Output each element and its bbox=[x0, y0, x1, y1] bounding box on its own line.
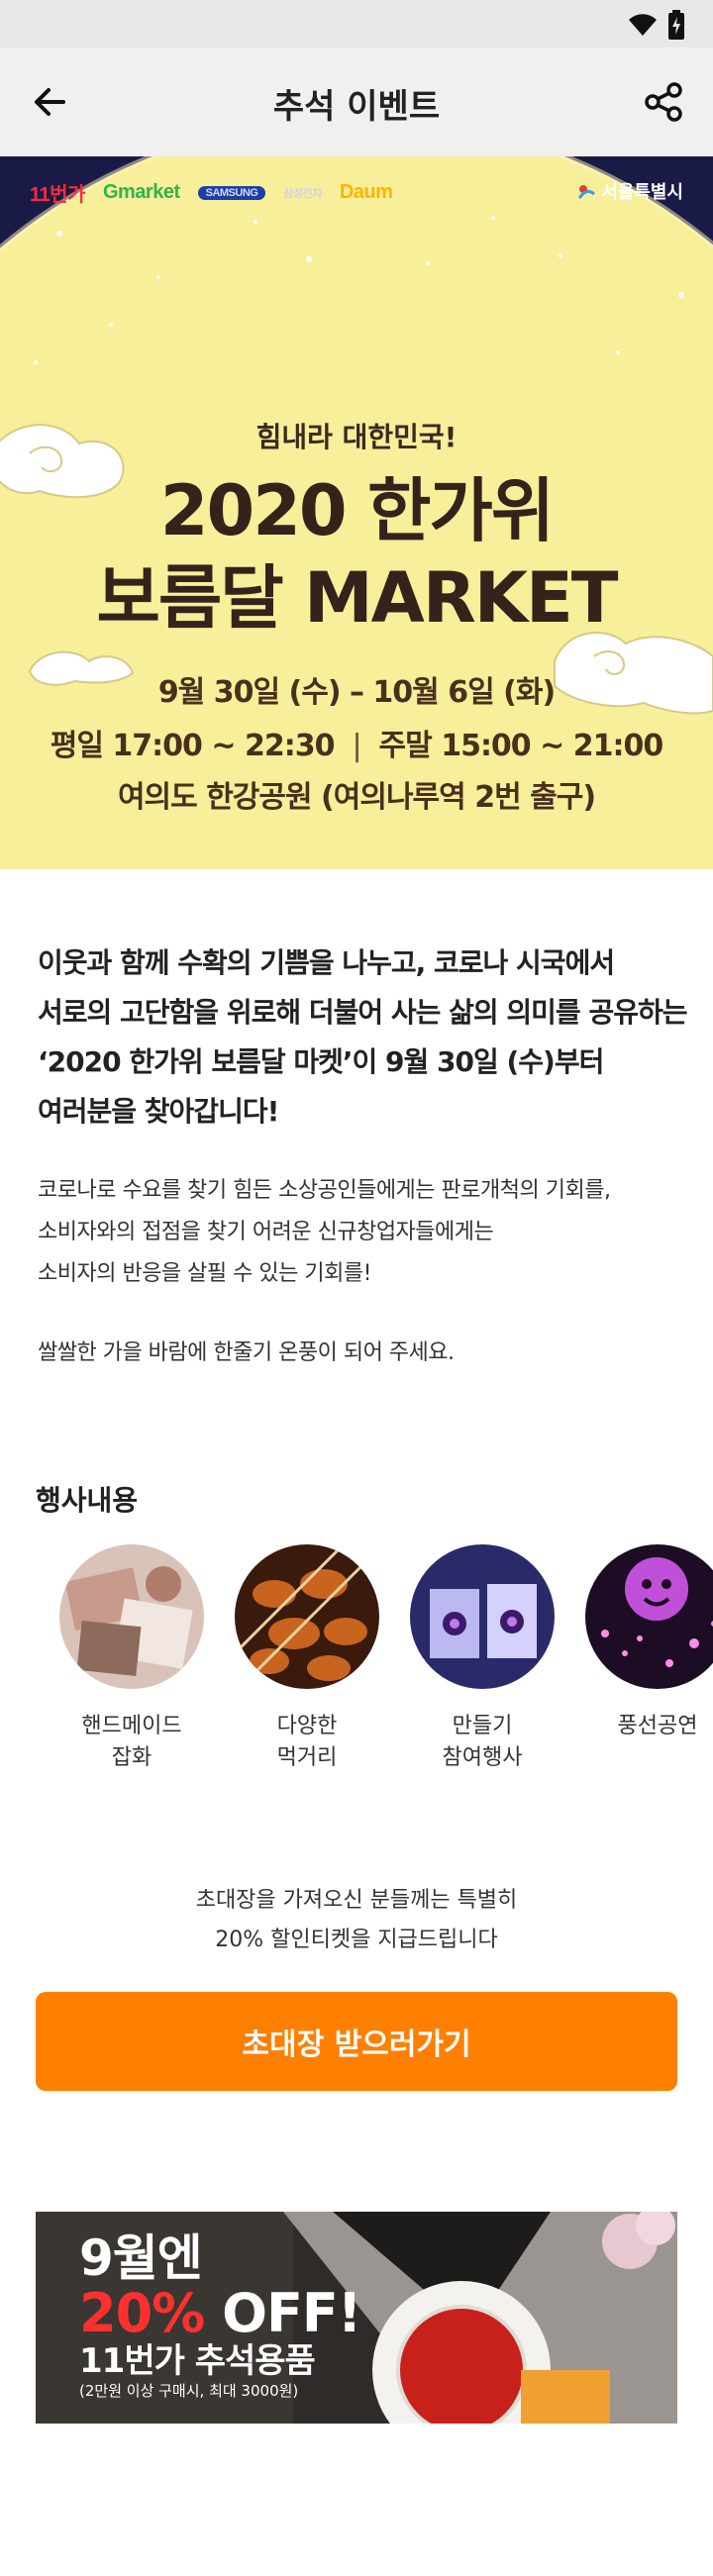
event-item-crafts[interactable]: 만들기 참여행사 bbox=[410, 1544, 555, 1774]
hero-hours: 평일 17:00 ~ 22:30 | 주말 15:00 ~ 21:00 bbox=[0, 721, 713, 764]
hours-divider: | bbox=[352, 729, 361, 763]
intro-line: 여러분을 찾아갑니다! bbox=[38, 1095, 279, 1128]
intro-text: 이웃과 함께 수확의 기쁨을 나누고, 코로나 시국에서 서로의 고단함을 위로… bbox=[38, 939, 691, 1137]
hero-place: 여의도 한강공원 (여의나루역 2번 출구) bbox=[117, 780, 596, 815]
battery-icon bbox=[668, 10, 684, 40]
promo-discount-percent: 20% bbox=[79, 2282, 205, 2344]
intro-line: 이웃과 함께 수확의 기쁨을 나누고, 코로나 시국에서 bbox=[38, 946, 615, 979]
sponsor-samsung-logo: SAMSUNG bbox=[197, 185, 266, 200]
hero-banner: 11번가 Gmarket SAMSUNG 삼성전자 Daum 서울특별시 힘내라… bbox=[0, 156, 713, 869]
promo-line3: 11번가 추석용품 bbox=[79, 2341, 316, 2381]
event-label: 만들기 참여행사 bbox=[442, 1714, 523, 1770]
promo-condition: (2만원 이상 구매시, 최대 3000원) bbox=[79, 2382, 299, 2400]
event-list: 핸드메이드 잡화 다양한 먹거리 만들기 참여행사 풍선공연 bbox=[59, 1544, 713, 1774]
hero-title-line1: 2020 한가위 bbox=[159, 470, 555, 551]
hero-subtitle: 힘내라 대한민국! bbox=[255, 421, 458, 453]
sponsor-11st-logo: 11번가 bbox=[30, 184, 85, 206]
detail-line: 소비자의 반응을 살필 수 있는 기회를! bbox=[38, 1261, 371, 1286]
event-item-food[interactable]: 다양한 먹거리 bbox=[235, 1544, 379, 1774]
share-icon bbox=[645, 82, 682, 122]
promo-line2: 20% OFF! bbox=[79, 2282, 361, 2344]
sponsor-daum-logo: Daum bbox=[339, 181, 393, 203]
app-bar: 추석 이벤트 bbox=[0, 48, 713, 156]
share-button[interactable] bbox=[634, 75, 693, 129]
page-title: 추석 이벤트 bbox=[272, 87, 441, 127]
promo-off-label: OFF! bbox=[204, 2282, 361, 2344]
promo-line1: 9월엔 bbox=[79, 2229, 203, 2287]
event-item-balloon[interactable]: 풍선공연 bbox=[585, 1544, 713, 1774]
invite-note-line: 초대장을 가져오신 분들께는 특별히 bbox=[195, 1888, 518, 1913]
event-label: 풍선공연 bbox=[617, 1714, 698, 1738]
event-label: 핸드메이드 잡화 bbox=[81, 1714, 182, 1770]
detail-closing-text: 쌀쌀한 가을 바람에 한줄기 온풍이 되어 주세요. bbox=[38, 1340, 455, 1365]
seoul-label: 서울특별시 bbox=[601, 182, 683, 203]
promo-text: 9월엔 20% OFF! 11번가 추석용품 (2만원 이상 구매시, 최대 3… bbox=[79, 2229, 361, 2402]
sponsor-logos: 11번가 Gmarket SAMSUNG 삼성전자 Daum bbox=[30, 178, 393, 207]
detail-line: 소비자와의 접점을 찾기 어려운 신규창업자들에게는 bbox=[38, 1220, 494, 1244]
hero-title-line2: 보름달 MARKET bbox=[96, 557, 618, 639]
skewer-food-photo bbox=[235, 1544, 379, 1689]
sponsor-samsung-label: 삼성전자 bbox=[283, 187, 322, 200]
detail-text: 코로나로 수요를 찾기 힘든 소상공인들에게는 판로개척의 기회를, 소비자와의… bbox=[38, 1170, 691, 1295]
seoul-logo: 서울특별시 bbox=[577, 178, 683, 204]
promo-banner[interactable]: 9월엔 20% OFF! 11번가 추석용품 (2만원 이상 구매시, 최대 3… bbox=[36, 2212, 677, 2424]
intro-line: 서로의 고단함을 위로해 더불어 사는 삶의 의미를 공유하는 bbox=[38, 996, 687, 1029]
event-label: 다양한 먹거리 bbox=[276, 1714, 338, 1770]
events-section-title: 행사내용 bbox=[36, 1484, 139, 1517]
status-icons bbox=[628, 10, 685, 40]
lantern-crafts-photo bbox=[410, 1544, 555, 1689]
invite-note: 초대장을 가져오신 분들께는 특별히 20% 할인티켓을 지급드립니다 bbox=[0, 1881, 713, 1960]
detail-line: 코로나로 수요를 찾기 힘든 소상공인들에게는 판로개척의 기회를, bbox=[38, 1178, 611, 1203]
weekend-hours: 주말 15:00 ~ 21:00 bbox=[378, 729, 664, 763]
event-item-handmade[interactable]: 핸드메이드 잡화 bbox=[59, 1544, 204, 1774]
sponsor-gmarket-logo: Gmarket bbox=[102, 181, 180, 203]
hero-date: 9월 30일 (수) – 10월 6일 (화) bbox=[157, 675, 556, 710]
get-invitation-button[interactable]: 초대장 받으러가기 bbox=[36, 1992, 677, 2091]
handmade-goods-photo bbox=[59, 1544, 204, 1689]
seoul-emblem-icon bbox=[577, 185, 596, 199]
wifi-icon bbox=[629, 14, 657, 36]
intro-line: ‘2020 한가위 보름달 마켓’이 9월 30일 (수)부터 bbox=[38, 1045, 604, 1078]
status-bar bbox=[0, 0, 713, 48]
weekday-hours: 평일 17:00 ~ 22:30 bbox=[50, 729, 336, 763]
invite-note-line: 20% 할인티켓을 지급드립니다 bbox=[215, 1928, 498, 1952]
balloon-show-photo bbox=[585, 1544, 713, 1689]
